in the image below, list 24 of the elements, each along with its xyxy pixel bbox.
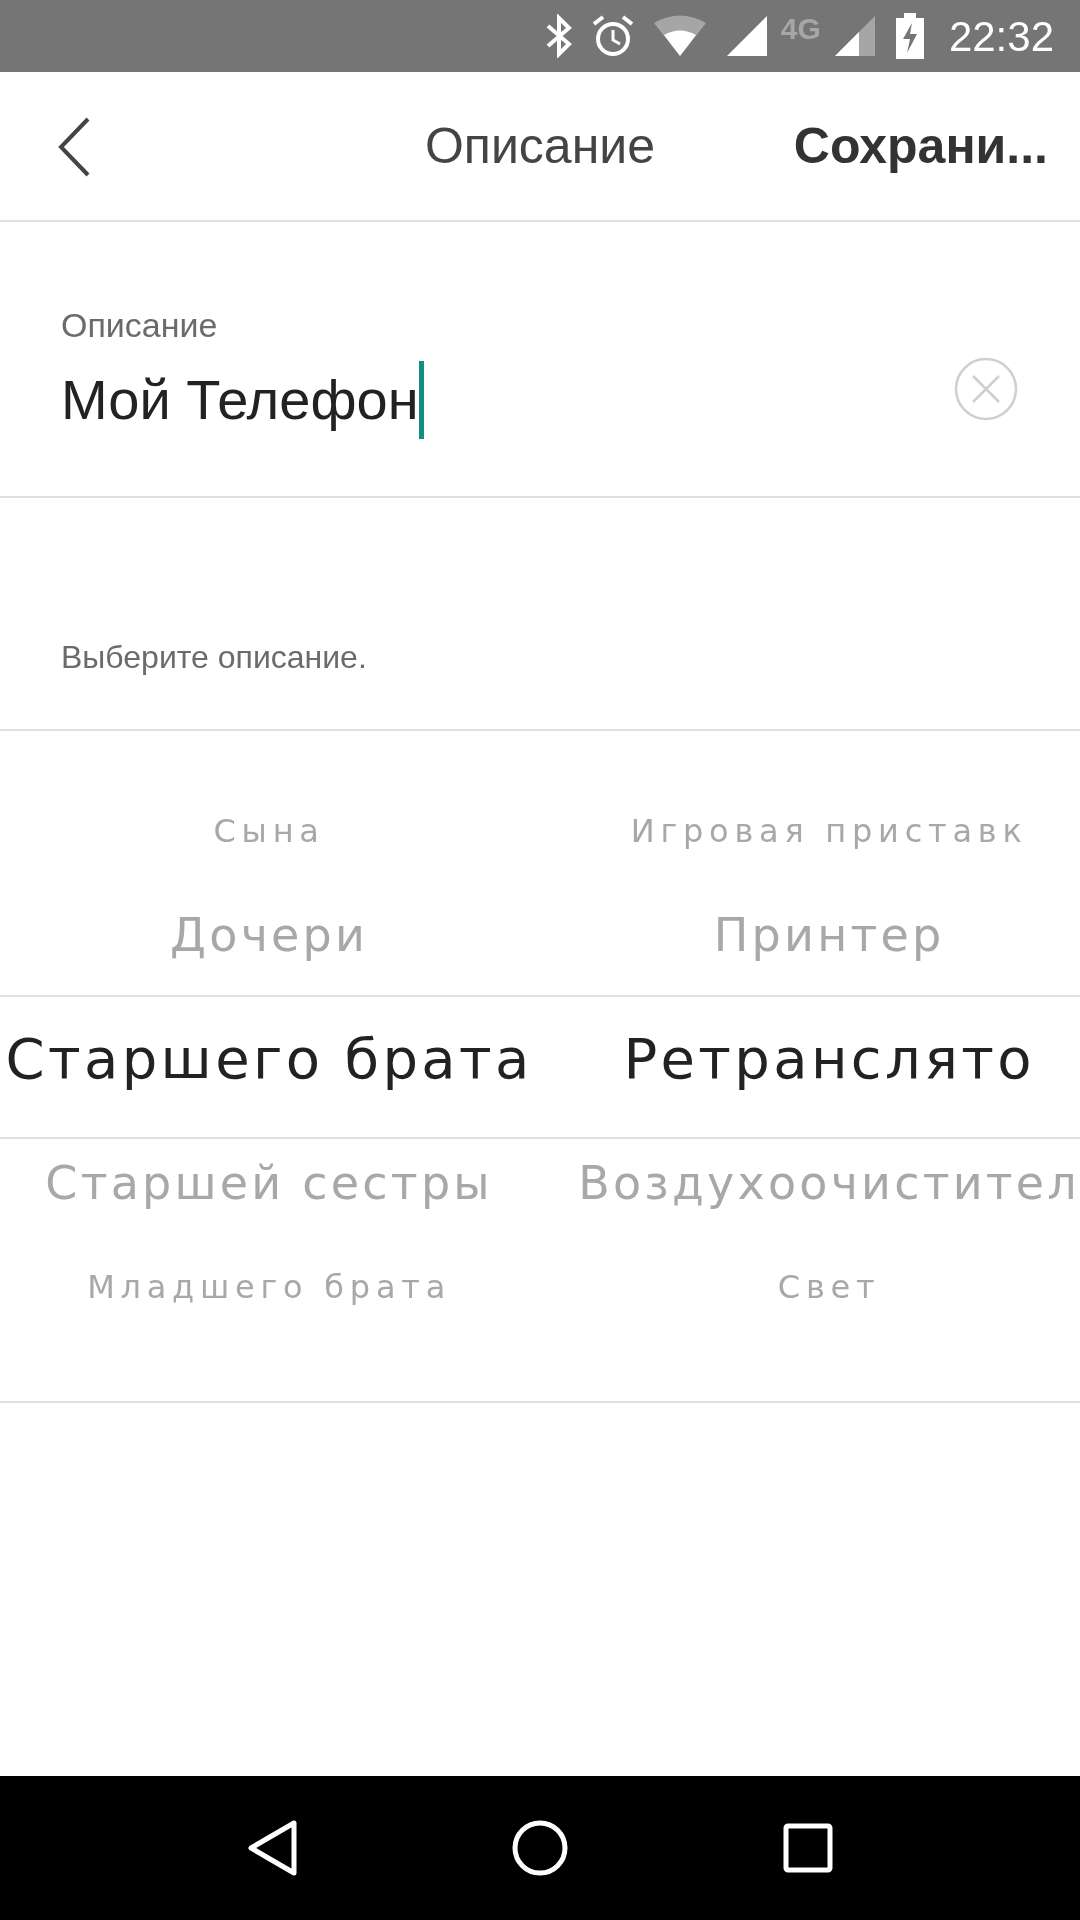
home-nav-icon[interactable] [511, 1819, 569, 1877]
picker-option[interactable]: Принтер [713, 900, 945, 970]
picker-option[interactable]: Старшей сестры [45, 1148, 493, 1218]
field-label: Описание [61, 304, 219, 346]
status-time: 22:32 [948, 11, 1054, 62]
battery-charging-icon [894, 13, 925, 59]
bluetooth-icon [544, 14, 573, 58]
picker-option[interactable]: Игровая приставк [630, 807, 1028, 855]
picker-option[interactable]: Воздухоочистител [578, 1148, 1080, 1218]
input-field[interactable]: Описание Мой Телефон [0, 222, 1080, 498]
picker-option[interactable]: Дочери [170, 900, 369, 970]
screen-title: Описание [423, 116, 657, 176]
picker-option[interactable]: Старшего брата [5, 1017, 533, 1101]
hint-text: Выберите описание. [61, 638, 367, 677]
back-icon [57, 117, 91, 177]
alarm-icon [590, 14, 635, 58]
picker-option[interactable]: Ретранслято [623, 1017, 1035, 1101]
wifi-icon [652, 14, 707, 58]
back-nav-icon[interactable] [246, 1819, 299, 1877]
picker-option[interactable]: Младшего брата [87, 1263, 452, 1311]
save-button[interactable]: Сохрани... [793, 108, 1048, 184]
picker-option[interactable]: Свет [777, 1263, 881, 1311]
picker-option[interactable]: Сына [213, 807, 325, 855]
recents-nav-icon[interactable] [781, 1822, 834, 1874]
